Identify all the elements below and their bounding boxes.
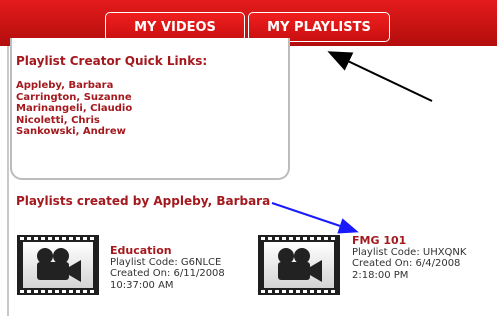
annotation-arrows [271, 51, 433, 234]
blue-annotation-arrow [271, 202, 359, 234]
black-annotation-arrow [327, 51, 433, 102]
